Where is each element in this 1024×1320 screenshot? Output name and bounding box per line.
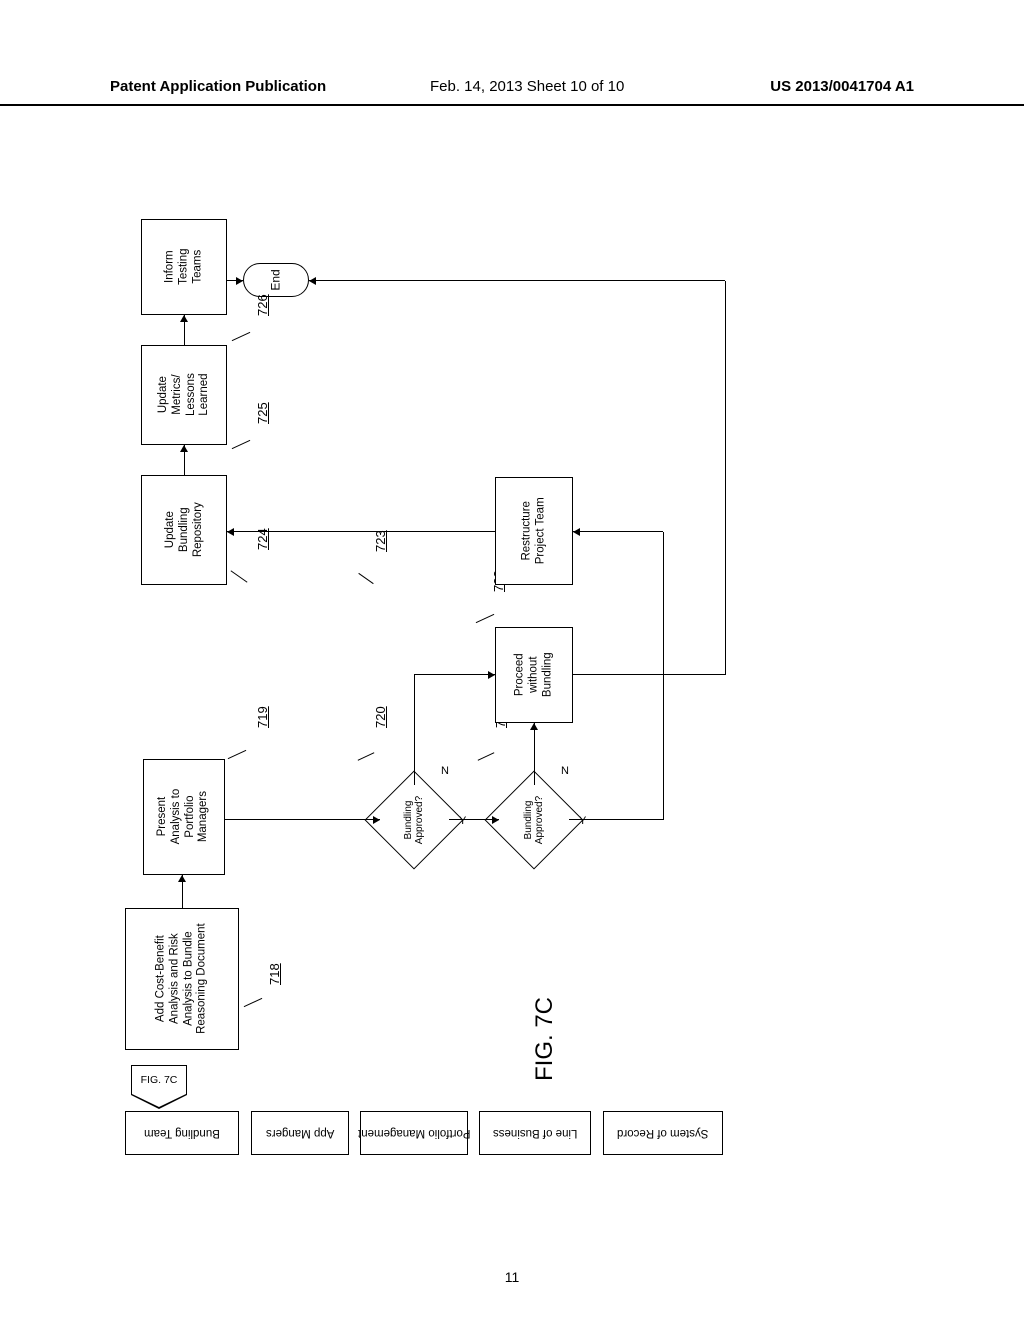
header-right: US 2013/0041704 A1 bbox=[770, 78, 914, 95]
lane-portfolio-management: Portfolio Management bbox=[360, 1111, 468, 1155]
page-number: 11 bbox=[0, 1269, 1024, 1285]
header-center: Feb. 14, 2013 Sheet 10 of 10 bbox=[430, 78, 624, 95]
lane-line-of-business: Line of Business bbox=[479, 1111, 591, 1155]
decision-721-n: N bbox=[561, 765, 569, 777]
box-inform-testing-teams: Inform Testing Teams bbox=[141, 219, 227, 315]
ref-719: 719 bbox=[255, 706, 270, 728]
ref-725: 725 bbox=[255, 402, 270, 424]
box-present-analysis: Present Analysis to Portfolio Managers bbox=[143, 759, 225, 875]
decision-721: Bundling Approved? bbox=[499, 785, 569, 855]
ref-726: 726 bbox=[255, 294, 270, 316]
ref-723: 723 bbox=[373, 530, 388, 552]
lane-app-managers: App Mangers bbox=[251, 1111, 349, 1155]
decision-720-y: Y bbox=[459, 815, 466, 827]
box-add-cost-benefit: Add Cost-Benefit Analysis and Risk Analy… bbox=[125, 908, 239, 1050]
offpage-connector-in: FIG. 7C bbox=[131, 1065, 187, 1095]
box-proceed-without-bundling: Proceed without Bundling bbox=[495, 627, 573, 723]
flowchart-diagram: Bundling Team App Mangers Portfolio Mana… bbox=[125, 165, 885, 1155]
lane-bundling-team: Bundling Team bbox=[125, 1111, 239, 1155]
header-left: Patent Application Publication bbox=[110, 78, 326, 95]
decision-721-y: Y bbox=[579, 815, 586, 827]
ref-720: 720 bbox=[373, 706, 388, 728]
decision-720: Bundling Approved? bbox=[379, 785, 449, 855]
box-update-bundling-repo: Update Bundling Repository bbox=[141, 475, 227, 585]
lane-system-of-record: System of Record bbox=[603, 1111, 723, 1155]
ref-718: 718 bbox=[267, 963, 282, 985]
page-header: Patent Application Publication Feb. 14, … bbox=[0, 78, 1024, 106]
figure-label: FIG. 7C bbox=[503, 1025, 587, 1053]
box-restructure-project-team: Restructure Project Team bbox=[495, 477, 573, 585]
box-update-metrics: Update Metrics/ Lessons Learned bbox=[141, 345, 227, 445]
swimlane-labels: Bundling Team App Mangers Portfolio Mana… bbox=[125, 1111, 885, 1155]
decision-720-n: N bbox=[441, 765, 449, 777]
terminator-end: End bbox=[243, 263, 309, 297]
